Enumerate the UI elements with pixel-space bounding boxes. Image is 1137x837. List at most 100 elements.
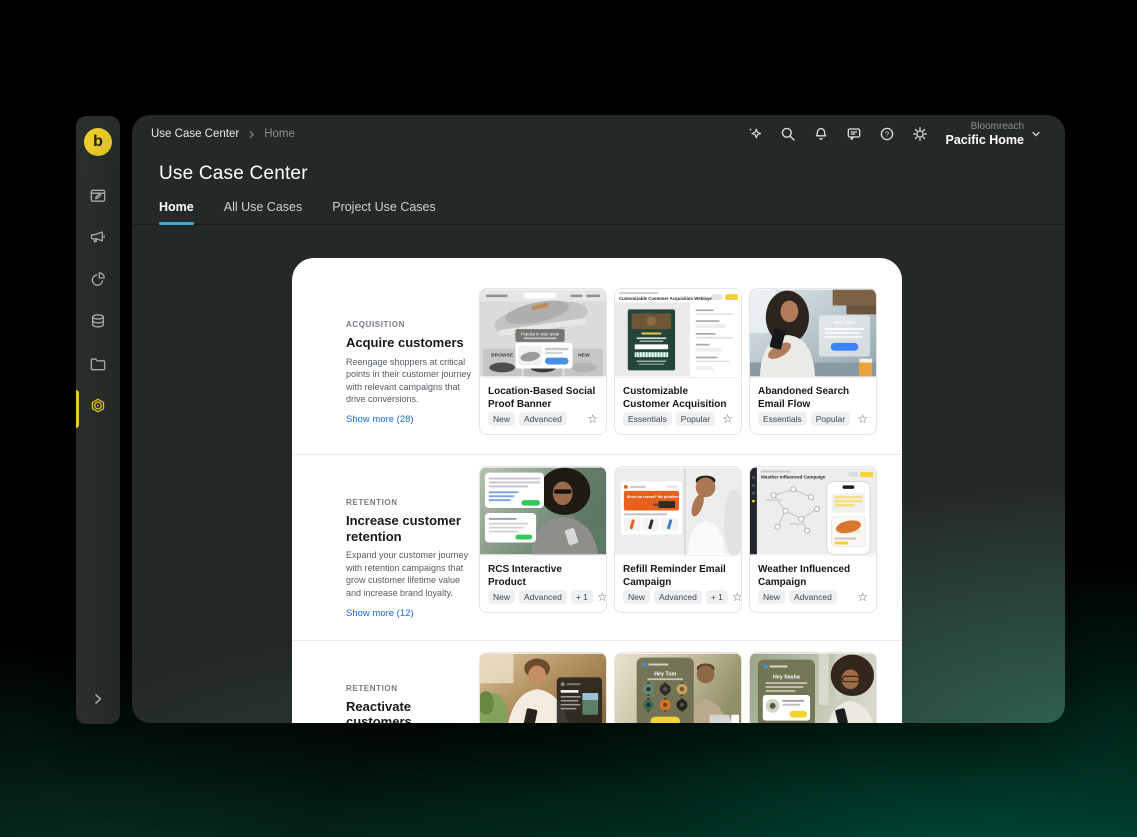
flow-title-text: Weather Influenced Campaign [761, 475, 826, 480]
card-footer: New Advanced + 1 ☆ [615, 587, 741, 612]
section-title: Increase customer retention [346, 513, 474, 544]
sidebar-item-use-case-center[interactable] [76, 388, 120, 430]
tab-project-use-cases[interactable]: Project Use Cases [332, 200, 436, 224]
desktop-background: { "app": { "breadcrumb": { "root": "Use … [0, 0, 1137, 837]
project-switcher[interactable]: Bloomreach Pacific Home [945, 121, 1041, 148]
tag-chip: Essentials [623, 412, 672, 426]
org-name: Bloomreach [945, 121, 1024, 133]
card-footer: New Advanced + 1 ☆ [480, 587, 606, 612]
settings-gear-icon[interactable] [912, 126, 928, 142]
razor-headline-text: Short on razors? No problem. [627, 495, 680, 499]
tag-chip: Advanced [789, 590, 837, 604]
messages-icon[interactable] [846, 126, 862, 142]
ai-assistant-icon[interactable] [747, 126, 763, 142]
favorite-star-icon[interactable]: ☆ [722, 413, 733, 425]
favorite-star-icon[interactable]: ☆ [857, 591, 868, 603]
section-reactivate-customers: RETENTION Reactivate customers Reconnect… [292, 640, 902, 723]
store-label-browse: BROWSE [491, 353, 514, 359]
page-title: Use Case Center [159, 163, 1065, 185]
app-sidebar: b [76, 116, 120, 724]
section-category: ACQUISITION [346, 320, 474, 329]
card-title: Refill Reminder Email Campaign [615, 556, 741, 587]
search-icon[interactable] [780, 126, 796, 142]
sidebar-item-assets[interactable] [76, 346, 120, 388]
section-title: Reactivate customers [346, 699, 474, 723]
use-case-card-rcs-flow[interactable]: RCS Interactive Product Recommendation F… [479, 466, 607, 613]
section-intro: RETENTION Increase customer retention Ex… [346, 466, 474, 621]
tag-chip: Advanced [654, 590, 702, 604]
tag-chip: New [623, 590, 650, 604]
beauty-greeting-text: Hey Sasha [773, 674, 800, 680]
sidebar-item-analytics[interactable] [76, 261, 120, 303]
favorite-star-icon[interactable]: ☆ [732, 591, 742, 603]
help-icon[interactable]: ? [879, 126, 895, 142]
tab-bar: Home All Use Cases Project Use Cases [132, 200, 1065, 225]
window-pencil-icon [88, 186, 108, 210]
card-image-sneaker-store: BROWSE SALE NEW Popular in your area! [480, 289, 606, 378]
use-case-card-favorite-brand[interactable]: Hey Sasha Automated Favorite Brand Newsl… [749, 652, 877, 723]
tag-chip: Essentials [758, 412, 807, 426]
card-title: RCS Interactive Product Recommendation F… [480, 556, 606, 587]
chevron-right-icon [91, 692, 105, 711]
use-case-card-location-social-proof[interactable]: BROWSE SALE NEW Popular in your area! [479, 288, 607, 435]
sidebar-item-web-personalization[interactable] [76, 177, 120, 219]
app-window: Use Case Center Home [132, 115, 1065, 723]
section-increase-retention: RETENTION Increase customer retention Ex… [292, 454, 902, 640]
use-case-card-post-cancellation[interactable]: Post-Cancellation Follow-up Email Flow ☆ [479, 652, 607, 723]
sidebar-item-data[interactable] [76, 303, 120, 345]
megaphone-icon [88, 228, 108, 252]
chevron-down-icon [1031, 129, 1041, 139]
use-case-card-biweekly-newsletter[interactable]: Hey Tom Bi-Weekly Product Reco [614, 652, 742, 723]
sidebar-expand-button[interactable] [76, 686, 120, 716]
card-title: Location-Based Social Proof Banner [480, 378, 606, 409]
notifications-bell-icon[interactable] [813, 126, 829, 142]
use-case-card-weather-campaign[interactable]: Weather Influenced Campaign [749, 466, 877, 613]
tag-chip: + 1 [571, 590, 593, 604]
tag-chip: New [758, 590, 785, 604]
project-name: Pacific Home [945, 133, 1024, 148]
card-image-rcs-chat [480, 467, 606, 556]
use-case-card-acquisition-weblayer[interactable]: Customizable Customer Acquisition Weblay… [614, 288, 742, 435]
card-footer: Essentials Popular ☆ [615, 409, 741, 434]
section-description: Reengage shoppers at critical points in … [346, 356, 474, 406]
sidebar-item-campaigns[interactable] [76, 219, 120, 261]
card-image-cafe-email [480, 653, 606, 723]
use-case-card-refill-reminder[interactable]: Short on razors? No problem. Refill Remi… [614, 466, 742, 613]
card-image-beauty-newsletter: Hey Sasha [750, 653, 876, 723]
tab-home[interactable]: Home [159, 200, 194, 224]
favorite-star-icon[interactable]: ☆ [587, 413, 598, 425]
breadcrumb-root[interactable]: Use Case Center [151, 128, 239, 140]
section-intro: ACQUISITION Acquire customers Reengage s… [346, 288, 474, 427]
database-icon [88, 312, 108, 336]
show-more-link[interactable]: Show more (12) [346, 608, 414, 619]
favorite-star-icon[interactable]: ☆ [597, 591, 607, 603]
bloomreach-logo[interactable]: b [84, 128, 112, 156]
section-title: Acquire customers [346, 335, 474, 351]
tab-all-use-cases[interactable]: All Use Cases [224, 200, 303, 224]
tag-chip: New [488, 412, 515, 426]
section-category: RETENTION [346, 684, 474, 693]
weblayer-title-text: Customizable Customer Acquisition Weblay… [619, 296, 714, 301]
section-intro: RETENTION Reactivate customers Reconnect… [346, 652, 474, 723]
show-more-link[interactable]: Show more (28) [346, 414, 414, 425]
social-proof-tooltip-text: Popular in your area! [521, 331, 559, 336]
card-title: Abandoned Search Email Flow [750, 378, 876, 409]
card-title: Customizable Customer Acquisition Weblay… [615, 378, 741, 409]
card-footer: New Advanced ☆ [480, 409, 606, 434]
tag-chip: + 1 [706, 590, 728, 604]
store-label-new: NEW [578, 353, 590, 359]
breadcrumb: Use Case Center Home [151, 128, 295, 140]
card-image-weather-flow: Weather Influenced Campaign [750, 467, 876, 556]
tag-chip: New [488, 590, 515, 604]
card-image-woman-kitchen-phone: Hey Layla! [750, 289, 876, 378]
breadcrumb-current: Home [264, 128, 295, 140]
svg-text:?: ? [885, 130, 889, 139]
header-actions: ? Bloomreach Pacific Home [747, 121, 1041, 148]
hexagon-play-icon [88, 397, 108, 421]
tag-chip: Popular [811, 412, 850, 426]
favorite-star-icon[interactable]: ☆ [857, 413, 868, 425]
use-case-card-abandoned-search[interactable]: Hey Layla! Abandoned Search Email Flow E… [749, 288, 877, 435]
card-image-watches-newsletter: Hey Tom [615, 653, 741, 723]
tag-chip: Popular [676, 412, 715, 426]
section-acquire-customers: ACQUISITION Acquire customers Reengage s… [292, 277, 902, 454]
